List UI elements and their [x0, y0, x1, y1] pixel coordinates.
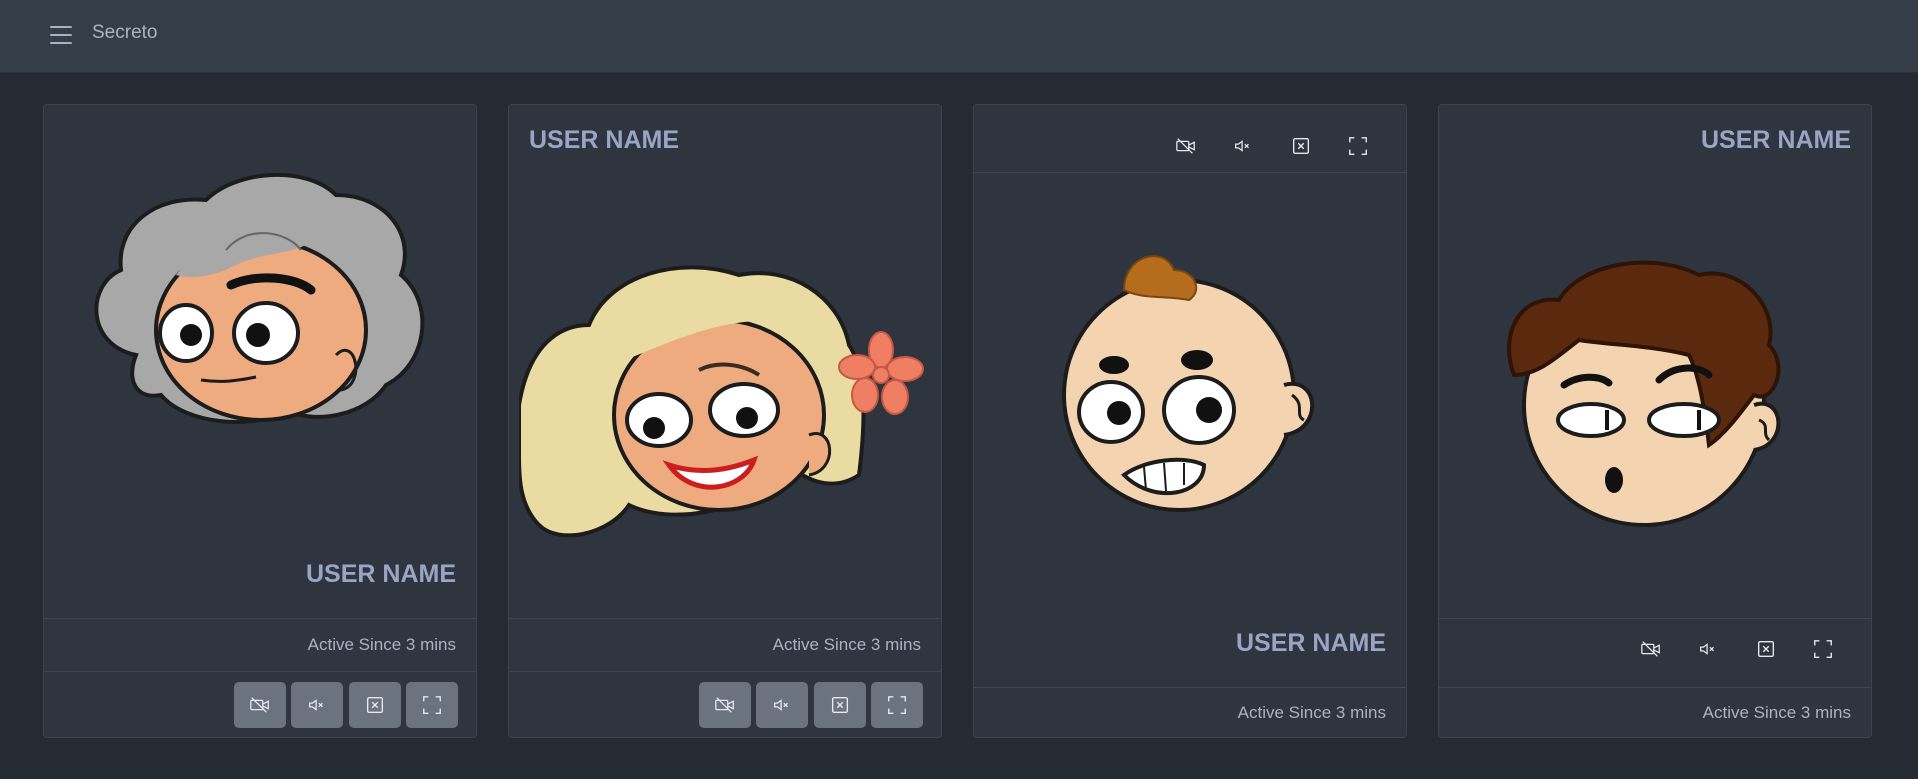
video-off-icon: [249, 694, 271, 716]
participant-card-1: USER NAME Active Since 3 mins: [43, 104, 477, 738]
mute-icon: [771, 694, 793, 716]
baby-face-avatar: [1062, 255, 1315, 512]
close-button[interactable]: [349, 682, 401, 728]
fullscreen-button[interactable]: [406, 682, 458, 728]
mute-icon: [1697, 638, 1719, 660]
mute-button[interactable]: [756, 682, 808, 728]
user-name-label: USER NAME: [529, 126, 680, 154]
video-off-icon: [1640, 638, 1662, 660]
fullscreen-icon: [1812, 638, 1834, 660]
close-button[interactable]: [1749, 632, 1783, 666]
fullscreen-button[interactable]: [1806, 632, 1840, 666]
video-off-button[interactable]: [1169, 129, 1203, 163]
control-button-row: [1169, 123, 1389, 169]
participant-card-3: USER NAME Active Since 3 mins: [973, 104, 1407, 738]
video-off-button[interactable]: [1634, 632, 1668, 666]
video-off-button[interactable]: [699, 682, 751, 728]
mute-button[interactable]: [1691, 632, 1725, 666]
participant-card-4: USER NAME Active Since 3 mins: [1438, 104, 1872, 738]
blonde-woman-flower-avatar: [519, 265, 924, 538]
hamburger-menu-icon[interactable]: [46, 20, 76, 50]
mute-icon: [1232, 135, 1254, 157]
close-box-icon: [1290, 135, 1312, 157]
fullscreen-icon: [886, 694, 908, 716]
mute-button[interactable]: [1226, 129, 1260, 163]
video-off-button[interactable]: [234, 682, 286, 728]
brown-haired-boy-avatar: [1507, 260, 1781, 527]
active-status: Active Since 3 mins: [772, 635, 921, 654]
fullscreen-button[interactable]: [871, 682, 923, 728]
fullscreen-icon: [1347, 135, 1369, 157]
control-button-row: [234, 682, 460, 728]
control-button-row: [1634, 626, 1854, 672]
close-box-icon: [364, 694, 386, 716]
user-name-label: USER NAME: [305, 560, 456, 588]
close-button[interactable]: [1284, 129, 1318, 163]
close-box-icon: [829, 694, 851, 716]
control-button-row: [699, 682, 925, 728]
active-status: Active Since 3 mins: [1702, 703, 1851, 722]
mute-button[interactable]: [291, 682, 343, 728]
gray-haired-woman-avatar: [94, 172, 425, 424]
video-off-icon: [714, 694, 736, 716]
fullscreen-button[interactable]: [1341, 129, 1375, 163]
fullscreen-icon: [421, 694, 443, 716]
video-off-icon: [1175, 135, 1197, 157]
app-title: Secreto: [92, 22, 158, 43]
close-box-icon: [1755, 638, 1777, 660]
user-name-label: USER NAME: [1235, 629, 1386, 657]
close-button[interactable]: [814, 682, 866, 728]
user-name-label: USER NAME: [1700, 126, 1851, 154]
mute-icon: [306, 694, 328, 716]
participant-card-2: USER NAME Active Since 3 mins: [508, 104, 942, 738]
top-navbar: Secreto: [0, 0, 1918, 73]
active-status: Active Since 3 mins: [1237, 703, 1386, 722]
active-status: Active Since 3 mins: [307, 635, 456, 654]
